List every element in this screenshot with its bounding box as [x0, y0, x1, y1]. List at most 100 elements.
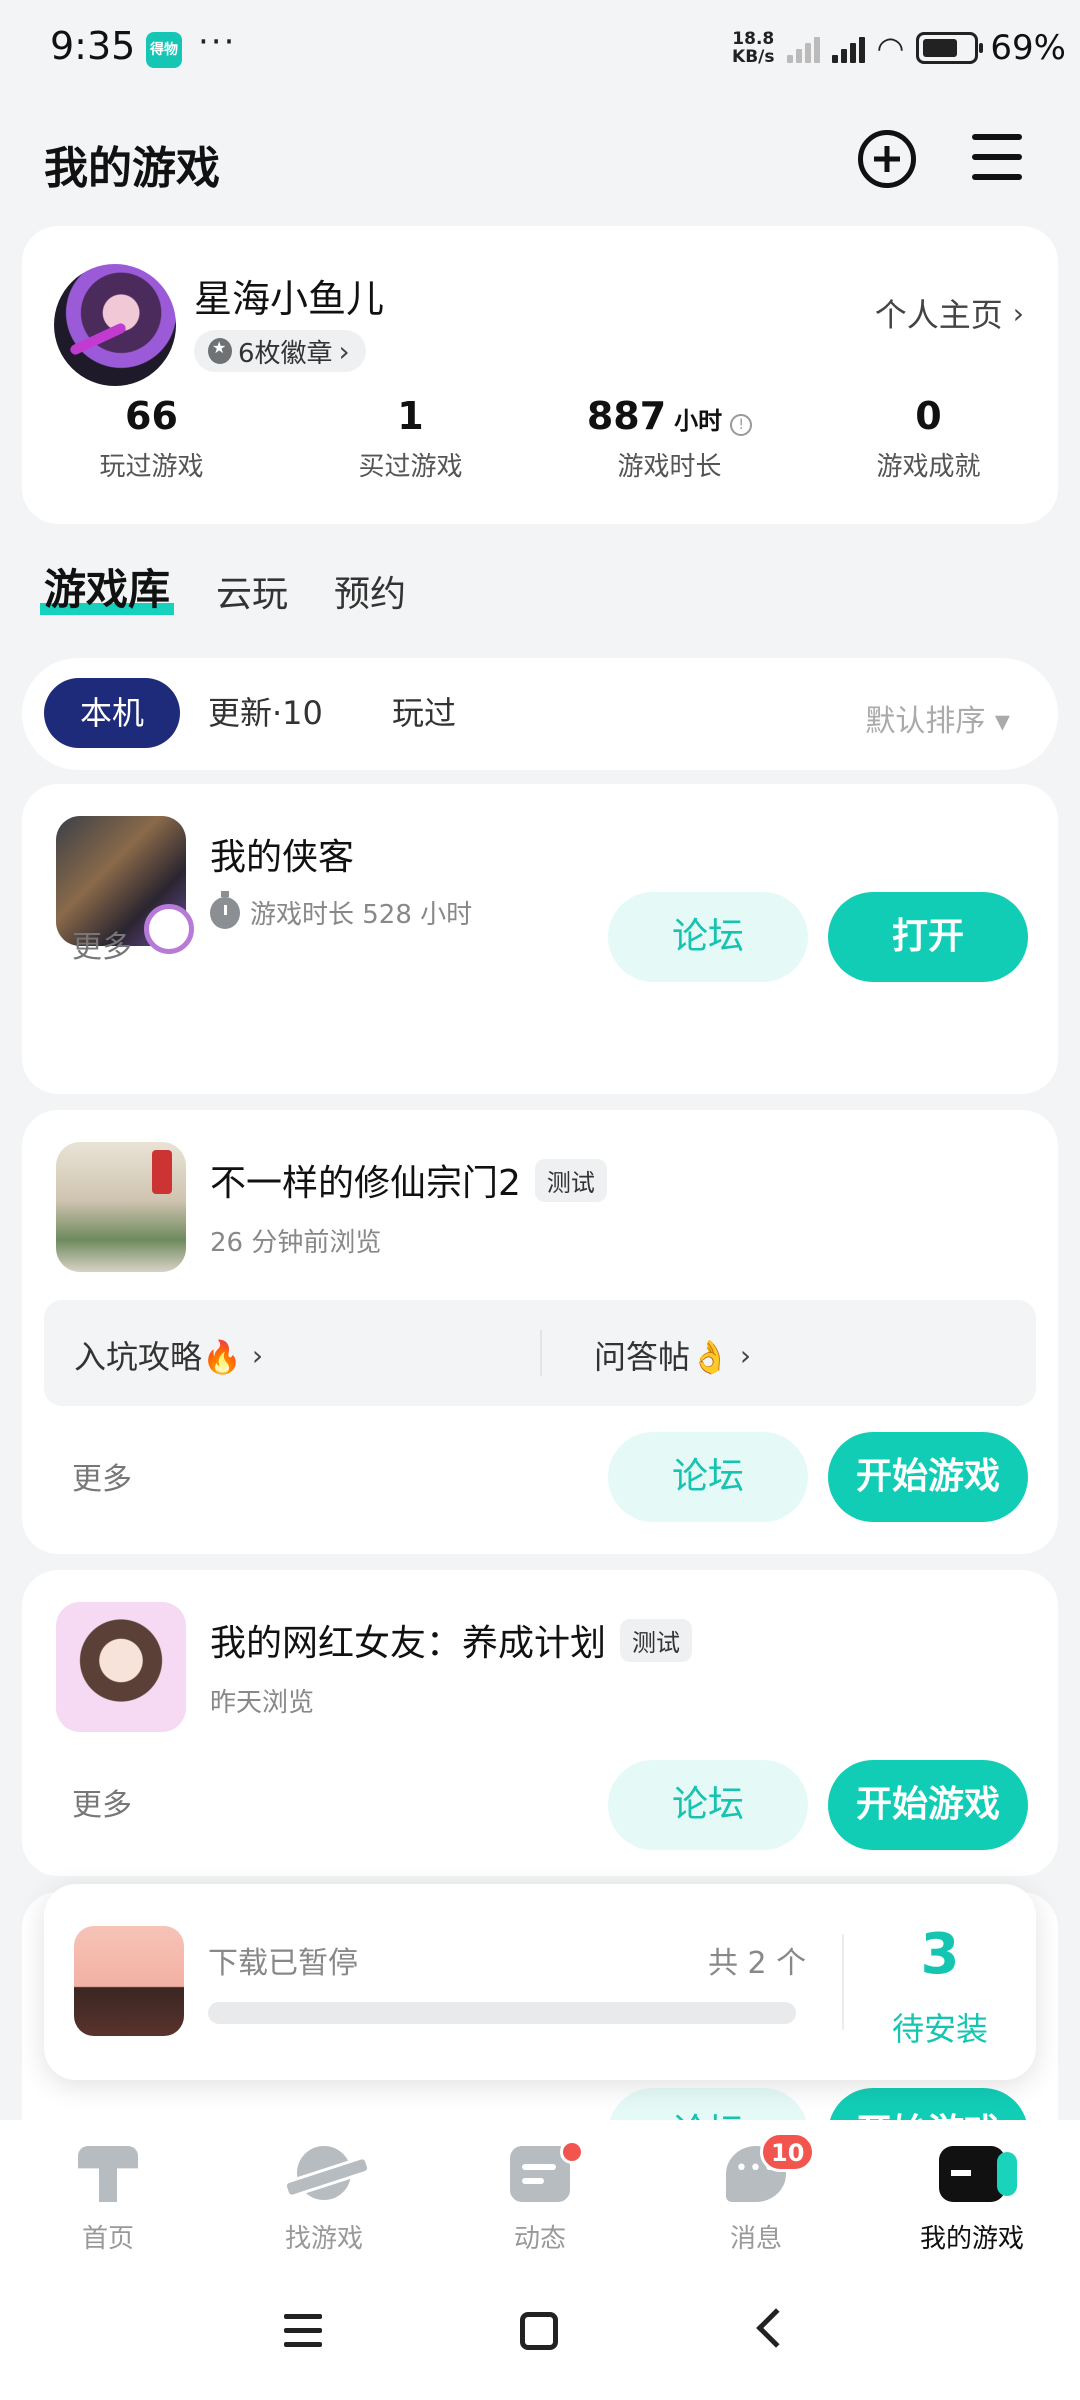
stat-label: 游戏时长 — [617, 452, 722, 482]
nav-my-games[interactable]: 我的游戏 — [864, 2120, 1080, 2270]
stat-label: 游戏成就 — [876, 452, 981, 482]
more-button[interactable]: 更多 — [72, 922, 132, 966]
test-tag: 测试 — [534, 1158, 607, 1202]
qa-posts-link[interactable]: 问答帖👌 › — [594, 1332, 751, 1378]
homepage-label: 个人主页 — [874, 296, 1003, 334]
nav-label: 动态 — [513, 2224, 566, 2254]
signal-sim2-icon — [786, 33, 820, 63]
download-total: 共 2 个 — [708, 1946, 807, 1981]
tab-cloud-play[interactable]: 云玩 — [216, 565, 288, 617]
qa-label: 问答帖👌 — [594, 1338, 730, 1376]
chip-updates[interactable]: 更新·10 — [208, 678, 323, 748]
nav-label: 找游戏 — [284, 2224, 363, 2254]
menu-icon[interactable] — [972, 134, 1022, 180]
tab-library[interactable]: 游戏库 — [39, 556, 175, 617]
open-button[interactable]: 打开 — [828, 892, 1028, 982]
stat-value: 1 — [397, 394, 424, 438]
download-panel[interactable]: 下载已暂停 共 2 个 3 待安装 — [44, 1884, 1036, 2080]
forum-button[interactable]: 论坛 — [608, 1432, 808, 1522]
game-title: 不一样的修仙宗门2 测试 — [210, 1154, 607, 1206]
feed-dot-badge — [560, 2140, 584, 2164]
tab-reservations[interactable]: 预约 — [334, 565, 406, 617]
stat-achievements[interactable]: 0 游戏成就 — [799, 394, 1058, 483]
stat-label: 买过游戏 — [358, 452, 463, 482]
nav-label: 首页 — [81, 2224, 134, 2254]
game-subtitle: 游戏时长 528 小时 — [210, 890, 473, 931]
add-circle-icon[interactable] — [858, 130, 916, 188]
pending-install-count[interactable]: 3 — [844, 1922, 1036, 1987]
stats-row: 66 玩过游戏 1 买过游戏 887 小时 ! 游戏时长 0 游戏成就 — [22, 394, 1058, 483]
game-subtitle: 昨天浏览 — [210, 1688, 315, 1718]
username[interactable]: 星海小鱼儿 — [194, 268, 384, 323]
game-title: 我的侠客 — [210, 828, 354, 880]
game-icon[interactable] — [56, 1602, 186, 1732]
network-speed-unit: KB/s — [732, 47, 775, 67]
chevron-right-icon: › — [338, 334, 350, 368]
nav-label: 消息 — [729, 2224, 782, 2254]
header: 我的游戏 — [0, 120, 1080, 200]
nav-feed[interactable]: 动态 — [432, 2120, 648, 2270]
beginner-guide-link[interactable]: 入坑攻略🔥 › — [74, 1332, 263, 1378]
game-name: 我的网红女友：养成计划 — [210, 1623, 607, 1664]
message-count-badge: 10 — [760, 2132, 816, 2172]
nav-label: 我的游戏 — [919, 2224, 1024, 2254]
forum-button[interactable]: 论坛 — [608, 892, 808, 982]
chevron-right-icon: › — [251, 1338, 264, 1372]
nav-home[interactable]: 首页 — [0, 2120, 216, 2270]
signal-hd-icon — [831, 33, 865, 63]
system-nav-bar — [0, 2270, 1080, 2400]
filter-bar: 本机 更新·10 玩过 默认排序 ▾ — [22, 658, 1058, 770]
nav-messages[interactable]: 消息 — [648, 2120, 864, 2270]
stat-label: 玩过游戏 — [99, 452, 204, 482]
battery-icon — [916, 32, 984, 64]
stat-bought[interactable]: 1 买过游戏 — [281, 394, 540, 483]
info-icon[interactable]: ! — [730, 414, 753, 436]
start-game-button[interactable]: 开始游戏 — [828, 1432, 1028, 1522]
more-notifications-icon: ··· — [198, 22, 237, 62]
guide-row: 入坑攻略🔥 › 问答帖👌 › — [44, 1300, 1036, 1406]
game-subtitle: 26 分钟前浏览 — [210, 1228, 382, 1258]
gamepad-icon — [939, 2146, 1017, 2202]
badges-label: 6枚徽章 — [238, 338, 333, 369]
chevron-right-icon: › — [739, 1338, 752, 1372]
download-game-icon — [74, 1926, 184, 2036]
recent-apps-icon[interactable] — [284, 2314, 322, 2356]
back-icon[interactable] — [756, 2308, 796, 2348]
game-name: 我的侠客 — [210, 837, 355, 878]
more-button[interactable]: 更多 — [72, 1780, 132, 1824]
stat-playtime[interactable]: 887 小时 ! 游戏时长 — [540, 394, 799, 483]
bottom-nav: 首页 找游戏 动态 消息 我的游戏 10 — [0, 2120, 1080, 2270]
game-icon[interactable] — [56, 1142, 186, 1272]
battery-percent: 69% — [990, 28, 1066, 68]
game-card[interactable]: 不一样的修仙宗门2 测试 26 分钟前浏览 入坑攻略🔥 › 问答帖👌 › 更多 … — [22, 1110, 1058, 1554]
nav-find-games[interactable]: 找游戏 — [216, 2120, 432, 2270]
stat-played[interactable]: 66 玩过游戏 — [22, 394, 281, 483]
network-speed-value: 18.8 — [732, 29, 775, 49]
wifi-icon: ◠ — [876, 29, 905, 67]
game-card[interactable]: 我的侠客 游戏时长 528 小时 更多 论坛 打开 — [22, 784, 1058, 1094]
badges-button[interactable]: 6枚徽章 › — [194, 330, 366, 372]
divider — [540, 1330, 542, 1376]
chip-local[interactable]: 本机 — [44, 678, 181, 748]
home-icon — [78, 2146, 138, 2202]
status-right: 18.8 KB/s ◠ 69% — [732, 28, 1066, 68]
chip-played[interactable]: 玩过 — [392, 678, 456, 748]
playtime-text: 游戏时长 528 小时 — [250, 900, 473, 930]
home-button-icon[interactable] — [520, 2312, 558, 2350]
forum-button[interactable]: 论坛 — [608, 1760, 808, 1850]
homepage-link[interactable]: 个人主页 › — [875, 290, 1024, 336]
planet-icon — [297, 2146, 351, 2200]
more-button[interactable]: 更多 — [72, 1454, 132, 1498]
stat-unit: 小时 — [674, 407, 723, 435]
network-speed: 18.8 KB/s — [732, 30, 774, 66]
sort-dropdown[interactable]: 默认排序 ▾ — [865, 696, 1010, 740]
game-card[interactable]: 我的网红女友：养成计划 测试 昨天浏览 更多 论坛 开始游戏 — [22, 1570, 1058, 1876]
stat-value: 66 — [125, 394, 178, 438]
start-game-button[interactable]: 开始游戏 — [828, 1760, 1028, 1850]
stat-value: 0 — [915, 394, 942, 438]
avatar[interactable] — [54, 264, 176, 386]
page-title: 我的游戏 — [44, 143, 220, 194]
notification-app-icon: 得物 — [146, 32, 182, 68]
guide-label: 入坑攻略🔥 — [74, 1338, 242, 1376]
pending-install-label[interactable]: 待安装 — [844, 2004, 1036, 2050]
